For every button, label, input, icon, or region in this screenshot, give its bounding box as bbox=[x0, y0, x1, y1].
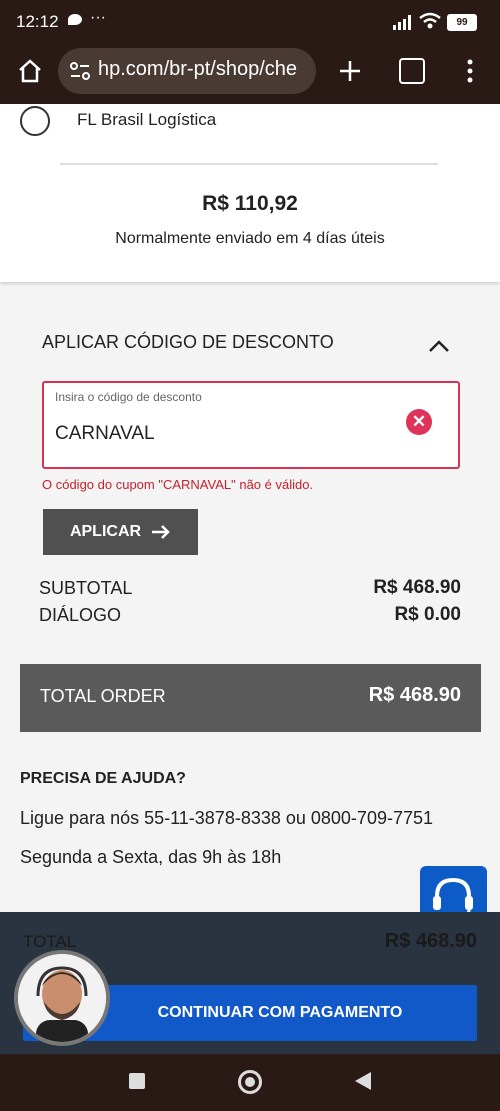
help-title: PRECISA DE AJUDA? bbox=[20, 770, 186, 787]
more-notifications-icon: ··· bbox=[90, 9, 106, 26]
chevron-up-icon[interactable] bbox=[427, 338, 451, 354]
battery-icon: 99 bbox=[447, 14, 477, 31]
menu-icon[interactable] bbox=[466, 59, 474, 83]
shipping-price: R$ 110,92 bbox=[202, 192, 298, 215]
pay-button-label: CONTINUAR COM PAGAMENTO bbox=[157, 1004, 403, 1021]
url-text[interactable]: hp.com/br-pt/shop/che bbox=[98, 58, 310, 81]
wifi-icon bbox=[419, 12, 441, 29]
bottom-total-value: R$ 468.90 bbox=[384, 930, 477, 952]
subtotal-value: R$ 468.90 bbox=[373, 577, 461, 598]
signal-icon bbox=[393, 15, 411, 30]
back-icon[interactable] bbox=[354, 1071, 372, 1091]
recent-apps-icon[interactable] bbox=[129, 1073, 145, 1089]
total-order-value: R$ 468.90 bbox=[368, 684, 461, 706]
help-hours: Segunda a Sexta, das 9h às 18h bbox=[20, 847, 282, 867]
clear-input-icon[interactable]: ✕ bbox=[406, 409, 432, 435]
tab-switcher-button[interactable]: :D bbox=[399, 58, 425, 84]
shipping-option-label: FL Brasil Logística bbox=[77, 110, 217, 129]
total-order-bar: TOTAL ORDER R$ 468.90 bbox=[20, 664, 481, 732]
total-order-label: TOTAL ORDER bbox=[40, 686, 166, 706]
apply-button-label: APLICAR bbox=[69, 523, 142, 540]
discount-section-title[interactable]: APLICAR CÓDIGO DE DESCONTO bbox=[42, 332, 334, 353]
help-phone: Ligue para nós 55-11-3878-8338 ou 0800-7… bbox=[20, 808, 433, 828]
apply-discount-button[interactable]: APLICAR bbox=[43, 509, 198, 555]
discount-error-message: O código do cupom "CARNAVAL" não é válid… bbox=[42, 477, 314, 492]
status-time: 12:12 bbox=[16, 12, 59, 31]
new-tab-icon[interactable] bbox=[338, 59, 362, 83]
shipping-note: Normalmente enviado em 4 días úteis bbox=[115, 230, 385, 247]
discount-field-label: Insira o código de desconto bbox=[55, 390, 202, 404]
shipping-radio[interactable] bbox=[20, 106, 50, 136]
discount-code-input[interactable] bbox=[55, 420, 395, 448]
agent-photo bbox=[18, 954, 106, 1042]
divider bbox=[60, 163, 438, 165]
home-icon[interactable] bbox=[17, 59, 43, 83]
site-settings-icon[interactable] bbox=[70, 61, 90, 81]
home-nav-icon[interactable] bbox=[238, 1070, 262, 1094]
arrow-right-icon bbox=[152, 525, 170, 539]
dialog-label: DIÁLOGO bbox=[39, 605, 122, 625]
support-agent-avatar[interactable] bbox=[14, 950, 110, 1046]
bottom-total-label: TOTAL bbox=[23, 932, 77, 951]
chat-notification-icon bbox=[68, 14, 82, 25]
subtotal-label: SUBTOTAL bbox=[39, 578, 133, 598]
dialog-value: R$ 0.00 bbox=[394, 604, 461, 625]
